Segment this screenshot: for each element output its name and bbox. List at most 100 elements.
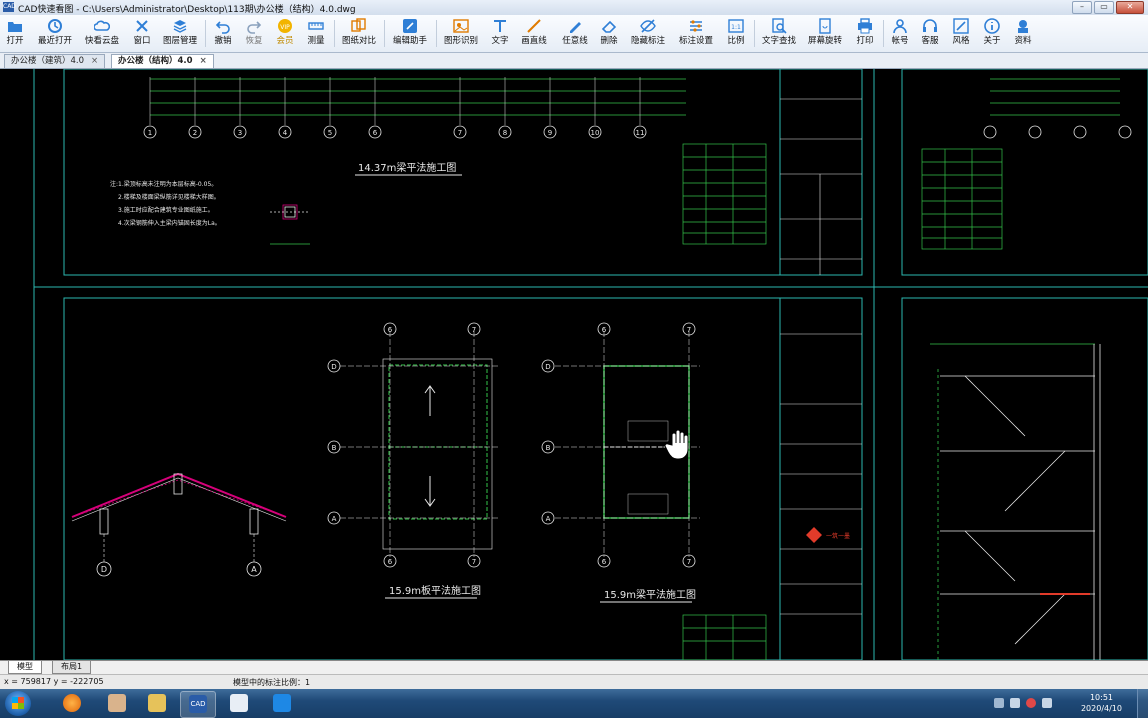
sheet-frame-bottom-right <box>901 297 1148 660</box>
toolbar-separator <box>883 20 884 47</box>
network-icon[interactable] <box>1010 698 1020 708</box>
account-button[interactable]: 帐号 <box>888 17 912 50</box>
security-icon[interactable] <box>1026 698 1036 708</box>
note-line: 2.楼梯及楼面梁纵筋详见楼梯大样图。 <box>118 193 220 201</box>
edit-assistant-button[interactable]: 编辑助手 <box>390 17 430 50</box>
hide-annotation-button[interactable]: 隐藏标注 <box>629 17 667 50</box>
axis-label: 3 <box>238 129 242 137</box>
line-button[interactable]: 画直线 <box>519 17 549 50</box>
freehand-icon <box>570 22 581 33</box>
recent-button[interactable]: 最近打开 <box>35 17 75 50</box>
axis-label: 7 <box>458 129 462 137</box>
level-tables <box>682 143 1003 660</box>
undo-button[interactable]: 撤销 <box>211 17 235 50</box>
toolbar-separator <box>754 20 755 47</box>
axis-label: D <box>545 363 550 371</box>
axis-bubbles-top-right <box>983 125 1132 139</box>
style-icon <box>953 18 969 34</box>
cloud-button[interactable]: 快看云盘 <box>83 17 121 50</box>
sheet-frame-bottom-left <box>63 297 863 660</box>
docs-button[interactable]: 资料 <box>1011 17 1035 50</box>
support-button[interactable]: 客服 <box>918 17 942 50</box>
hide-annotation-icon <box>640 19 656 33</box>
open-button[interactable]: 打开 <box>3 17 27 50</box>
vip-icon: VIP <box>278 19 292 33</box>
toolbar-separator <box>334 20 335 47</box>
axis-label: A <box>332 515 337 523</box>
document-tabs: 办公楼（建筑）4.0 × 办公楼（结构）4.0 × <box>0 53 1148 69</box>
axis-label: 7 <box>687 558 691 566</box>
drawing-canvas[interactable]: 一筑一墨 1 2 3 4 5 6 7 8 9 10 11 14.37m梁平法施工图 注:1.梁顶标高… <box>0 69 1148 660</box>
volume-icon[interactable] <box>1042 698 1052 708</box>
taskbar-user[interactable] <box>100 691 134 716</box>
axis-label: 6 <box>373 129 378 137</box>
taskbar-teamviewer[interactable] <box>265 691 299 716</box>
text-button[interactable]: 文字 <box>488 17 512 50</box>
account-icon <box>893 19 907 34</box>
annotation-settings-icon <box>690 20 702 32</box>
axis-label: B <box>332 444 337 452</box>
status-bar: x = 759817 y = -222705 模型中的标注比例：1 <box>0 674 1148 689</box>
axis-label: B <box>546 444 551 452</box>
show-desktop-button[interactable] <box>1137 689 1148 718</box>
shape-recognize-button[interactable]: 图形识别 <box>442 17 480 50</box>
remote-icon <box>230 694 248 712</box>
axis-label: 11 <box>636 129 645 137</box>
taskbar-explorer[interactable] <box>140 691 174 716</box>
axis-label: 8 <box>503 129 507 137</box>
rotate-screen-icon <box>819 18 831 34</box>
tab-layout1[interactable]: 布局1 <box>52 661 92 674</box>
slab-plan <box>340 331 500 557</box>
tab-structure[interactable]: 办公楼（结构）4.0 × <box>111 54 214 68</box>
vip-button[interactable]: VIP 会员 <box>273 17 297 50</box>
text-search-button[interactable]: 文字查找 <box>760 17 798 50</box>
about-button[interactable]: 关于 <box>980 17 1004 50</box>
logo-mark-icon <box>806 527 822 543</box>
close-button[interactable]: ✕ <box>1116 1 1144 14</box>
tab-model[interactable]: 模型 <box>8 661 42 674</box>
user-icon <box>108 694 126 712</box>
text-icon <box>494 20 506 32</box>
taskbar-remote[interactable] <box>222 691 256 716</box>
measure-icon <box>308 22 324 30</box>
keyboard-icon[interactable] <box>994 698 1004 708</box>
axis-label: 1 <box>148 129 152 137</box>
freehand-button[interactable]: 任意线 <box>560 17 590 50</box>
taskbar-cad[interactable]: CAD <box>180 691 216 718</box>
main-toolbar: 打开 最近打开 快看云盘 窗口 图层管理 撤销 恢复 VIP 会员 测量 图纸对… <box>0 15 1148 53</box>
axis-label: 9 <box>548 129 552 137</box>
layer-manager-button[interactable]: 图层管理 <box>161 17 199 50</box>
status-message: 模型中的标注比例：1 <box>233 678 311 687</box>
column-section-detail <box>270 204 310 245</box>
annotation-settings-button[interactable]: 标注设置 <box>677 17 715 50</box>
taskbar-browser[interactable] <box>55 691 89 716</box>
redo-button[interactable]: 恢复 <box>242 17 266 50</box>
style-button[interactable]: 风格 <box>949 17 973 50</box>
minimize-button[interactable]: – <box>1072 1 1092 14</box>
start-button[interactable] <box>5 691 31 716</box>
print-button[interactable]: 打印 <box>853 17 877 50</box>
line-icon <box>527 19 541 33</box>
roof-plan-title: 14.37m梁平法施工图 <box>358 161 456 174</box>
compare-button[interactable]: 图纸对比 <box>340 17 378 50</box>
app-icon: CAD <box>3 2 16 12</box>
close-tab-icon[interactable]: × <box>200 56 207 66</box>
axis-label: 6 <box>388 326 393 334</box>
rotate-screen-button[interactable]: 屏幕旋转 <box>806 17 844 50</box>
tab-architecture[interactable]: 办公楼（建筑）4.0 × <box>4 54 106 68</box>
window-title: CAD快速看图 - C:\Users\Administrator\Desktop… <box>18 5 356 15</box>
clock[interactable]: 10:51 2020/4/10 <box>1081 692 1122 714</box>
layers-icon <box>173 20 187 33</box>
roof-section: D A <box>71 472 287 577</box>
maximize-button[interactable]: ▭ <box>1094 1 1114 14</box>
close-tab-icon[interactable]: × <box>91 56 98 66</box>
window-button[interactable]: 窗口 <box>130 17 154 50</box>
scale-button[interactable]: 1:1 比例 <box>724 17 748 50</box>
measure-button[interactable]: 测量 <box>304 17 328 50</box>
cloud-icon <box>94 20 110 31</box>
layout-tabs: 模型 布局1 <box>0 660 1148 674</box>
toolbar-separator <box>436 20 437 47</box>
delete-button[interactable]: 删除 <box>597 17 621 50</box>
beam-plan-title: 15.9m梁平法施工图 <box>604 588 696 601</box>
compare-icon <box>351 18 366 32</box>
